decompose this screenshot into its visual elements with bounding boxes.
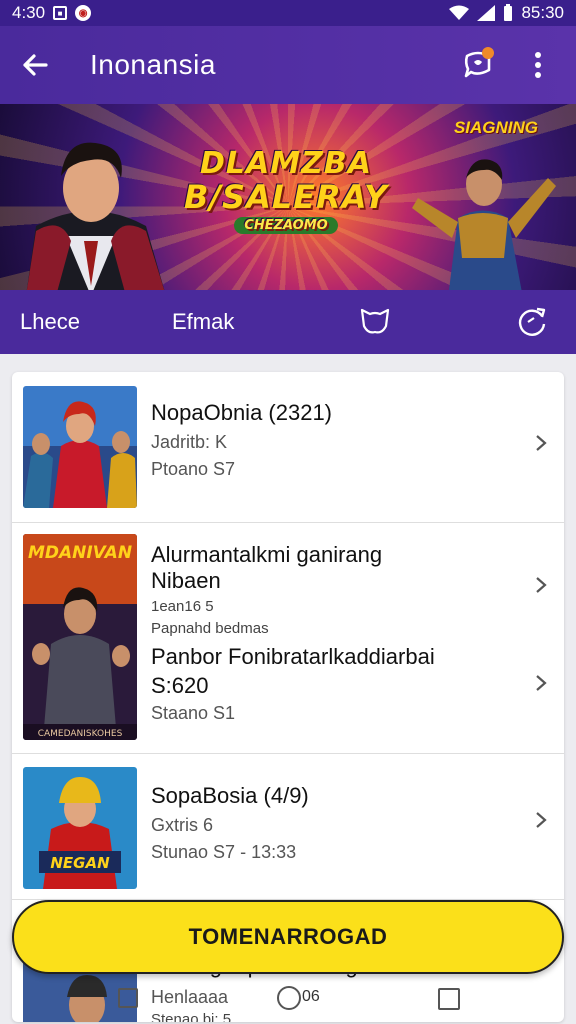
arrow-back-icon — [23, 54, 48, 76]
tab-refresh[interactable] — [514, 304, 550, 346]
item-title: Alurmantalkmi ganirang — [151, 542, 383, 567]
item-thumbnail — [23, 386, 137, 508]
list-item[interactable]: MDANIVAN CAMEDANISKOHES Alurmantalkmi ga… — [12, 522, 564, 754]
notification-icon: ■ — [53, 6, 68, 20]
item-meta: Papnahd bedmas — [151, 620, 269, 637]
item-meta-b: Staano S1 — [151, 703, 236, 723]
poster-title: NEGAN — [50, 854, 110, 872]
poster-title: MDANIVAN — [28, 543, 132, 563]
status-time-left: 4:30 — [12, 3, 46, 22]
list-item[interactable]: NopaObnia (2321) Jadritb: K Ptoano S7 — [12, 372, 564, 523]
checkbox-left[interactable] — [118, 988, 138, 1008]
item-title-b: Panbor Fonibratarlkaddiarbai — [151, 644, 435, 669]
notification-dot — [482, 47, 494, 59]
notifications-button[interactable] — [458, 45, 498, 85]
more-options-button[interactable] — [518, 45, 558, 85]
promo-banner[interactable]: SIAGNING DLAMZBA B/SALERAY CHEZAOMO — [0, 104, 576, 290]
item-subtitle: Jadritb: K — [151, 432, 228, 452]
hero-character-left — [26, 142, 165, 290]
status-bar: 4:30 ■ ◉ 85:30 — [0, 0, 576, 26]
hero-character-right — [412, 159, 556, 290]
chevron-right-icon — [536, 675, 547, 691]
signal-icon — [477, 5, 496, 21]
banner-title: DLAMZBA B/SALERAY CHEZAOMO — [176, 148, 396, 234]
item-title: NopaObnia (2321) — [151, 400, 333, 425]
status-time-right: 85:30 — [521, 3, 564, 22]
chevron-right-icon — [536, 577, 547, 593]
item-title-cont: Nibaen — [151, 568, 221, 593]
tab-mask[interactable] — [358, 306, 392, 342]
item-meta: Stunao S7 - 13:33 — [151, 842, 297, 862]
app-notification-icon: ◉ — [75, 5, 92, 21]
tab-bar: Lhece Efmak — [0, 290, 576, 354]
primary-action-button[interactable]: TOMENARROGAD — [12, 900, 564, 974]
item-meta: Ptoano S7 — [151, 459, 236, 479]
item-poster: MDANIVAN CAMEDANISKOHES — [23, 534, 137, 740]
chevron-right-icon — [536, 435, 547, 451]
tab-efmak[interactable]: Efmak — [172, 309, 234, 335]
chevron-right-icon — [536, 812, 547, 828]
poster-footer: CAMEDANISKOHES — [38, 729, 123, 739]
radio-button[interactable] — [277, 986, 301, 1010]
page-title: Inonansia — [90, 49, 216, 80]
app-bar: Inonansia — [0, 26, 576, 104]
banner-subtitle: CHEZAOMO — [234, 217, 338, 234]
item-subtitle: 1ean16 5 — [151, 598, 214, 615]
item-subtitle: Gxtris 6 — [151, 815, 214, 835]
tab-lhece[interactable]: Lhece — [20, 309, 80, 335]
item-thumbnail: NEGAN — [23, 767, 137, 889]
item-title-b-cont: S:620 — [151, 673, 209, 698]
item-title: SopaBosia (4/9) — [151, 783, 309, 808]
checkbox-right[interactable] — [438, 988, 460, 1010]
time-label: 06 — [302, 988, 320, 1005]
banner-tag: SIAGNING — [453, 118, 538, 137]
battery-icon — [504, 4, 513, 21]
mask-icon — [360, 308, 390, 334]
refresh-icon — [518, 307, 546, 336]
wifi-icon — [449, 5, 470, 20]
list-item[interactable]: NEGAN SopaBosia (4/9) Gxtris 6 Stunao S7… — [12, 753, 564, 900]
banner-title-line1: DLAMZBA — [200, 146, 372, 181]
back-button[interactable] — [18, 48, 52, 82]
more-vert-icon — [535, 52, 541, 78]
banner-title-line2: B/SALERAY — [183, 178, 389, 216]
